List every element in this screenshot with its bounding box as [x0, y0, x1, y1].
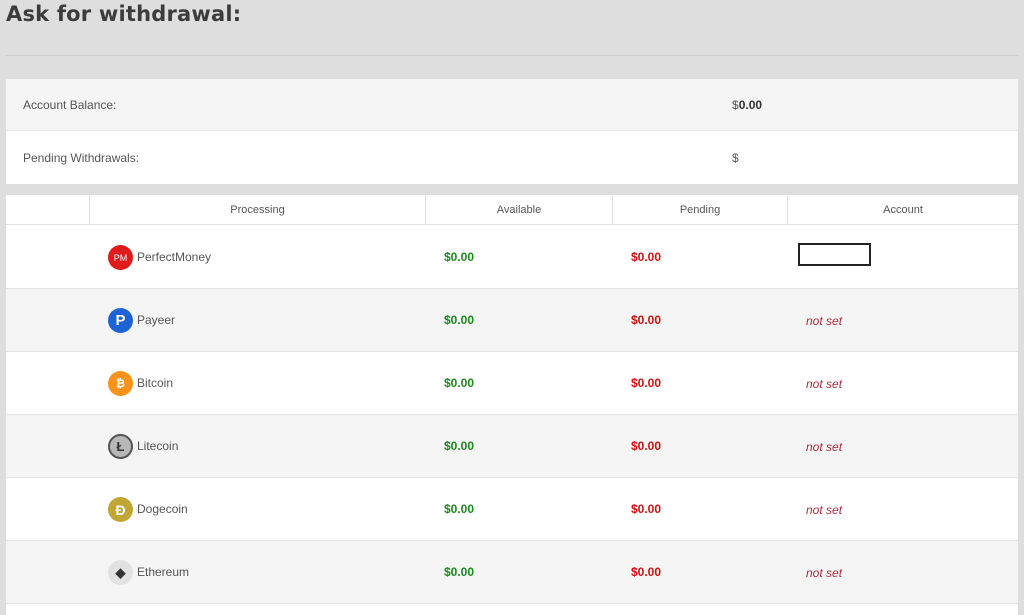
account-input[interactable] [798, 243, 871, 266]
pending-amount: $0.00 [631, 565, 662, 579]
balance-summary: Account Balance: $0.00 Pending Withdrawa… [6, 79, 1018, 184]
account-balance-amount: 0.00 [738, 98, 763, 112]
processor-name: Ethereum [137, 565, 190, 579]
pending-amount: $0.00 [631, 502, 662, 516]
pending-amount: $0.00 [631, 313, 662, 327]
pending-withdrawals-value: $ [732, 151, 739, 165]
litecoin-icon: Ł [108, 434, 133, 459]
table-row: PM PerfectMoney $0.00 $0.00 [6, 226, 1018, 289]
table-row: ◆ Ethereum $0.00 $0.00 not set [6, 541, 1018, 604]
available-amount: $0.00 [444, 250, 475, 264]
account-status: not set [806, 377, 843, 391]
available-amount: $0.00 [444, 502, 475, 516]
table-row: Ð Dogecoin $0.00 $0.00 not set [6, 478, 1018, 541]
processor-name: PerfectMoney [137, 250, 212, 264]
pending-amount: $0.00 [631, 439, 662, 453]
processor-name: Payeer [137, 313, 176, 327]
table-row: P Payeer $0.00 $0.00 not set [6, 289, 1018, 352]
available-amount: $0.00 [444, 439, 475, 453]
available-amount: $0.00 [444, 313, 475, 327]
available-amount: $0.00 [444, 376, 475, 390]
header-pending: Pending [613, 195, 788, 225]
pending-withdrawals-currency: $ [732, 151, 739, 165]
pending-amount: $0.00 [631, 250, 662, 264]
processing-table: Processing Available Pending Account PM … [6, 195, 1018, 615]
table-row: ₿ Bitcoin $0.00 $0.00 not set [6, 352, 1018, 415]
account-status: not set [806, 314, 843, 328]
header-blank [6, 195, 90, 225]
perfectmoney-icon: PM [108, 245, 133, 270]
account-balance-row: Account Balance: $0.00 [6, 79, 1018, 131]
pending-amount: $0.00 [631, 376, 662, 390]
processor-name: Bitcoin [137, 376, 174, 390]
account-balance-value: $0.00 [732, 98, 762, 112]
account-status: not set [806, 503, 843, 517]
available-amount: $0.00 [444, 565, 475, 579]
page-title: Ask for withdrawal: [6, 2, 242, 26]
bitcoin-icon: ₿ [108, 371, 133, 396]
title-divider [6, 55, 1018, 56]
payeer-icon: P [108, 308, 133, 333]
pending-withdrawals-row: Pending Withdrawals: $ [6, 132, 1018, 184]
table-header: Processing Available Pending Account [6, 195, 1018, 225]
header-available: Available [426, 195, 613, 225]
dogecoin-icon: Ð [108, 497, 133, 522]
pending-withdrawals-label: Pending Withdrawals: [23, 151, 140, 165]
processor-name: Litecoin [137, 439, 179, 453]
account-balance-label: Account Balance: [23, 98, 117, 112]
processor-name: Dogecoin [137, 502, 188, 516]
table-row: Ł Litecoin $0.00 $0.00 not set [6, 415, 1018, 478]
account-balance-currency: $ [732, 98, 739, 112]
account-status: not set [806, 440, 843, 454]
ethereum-icon: ◆ [108, 560, 133, 585]
account-status: not set [806, 566, 843, 580]
header-processing: Processing [90, 195, 426, 225]
header-account: Account [883, 204, 923, 216]
